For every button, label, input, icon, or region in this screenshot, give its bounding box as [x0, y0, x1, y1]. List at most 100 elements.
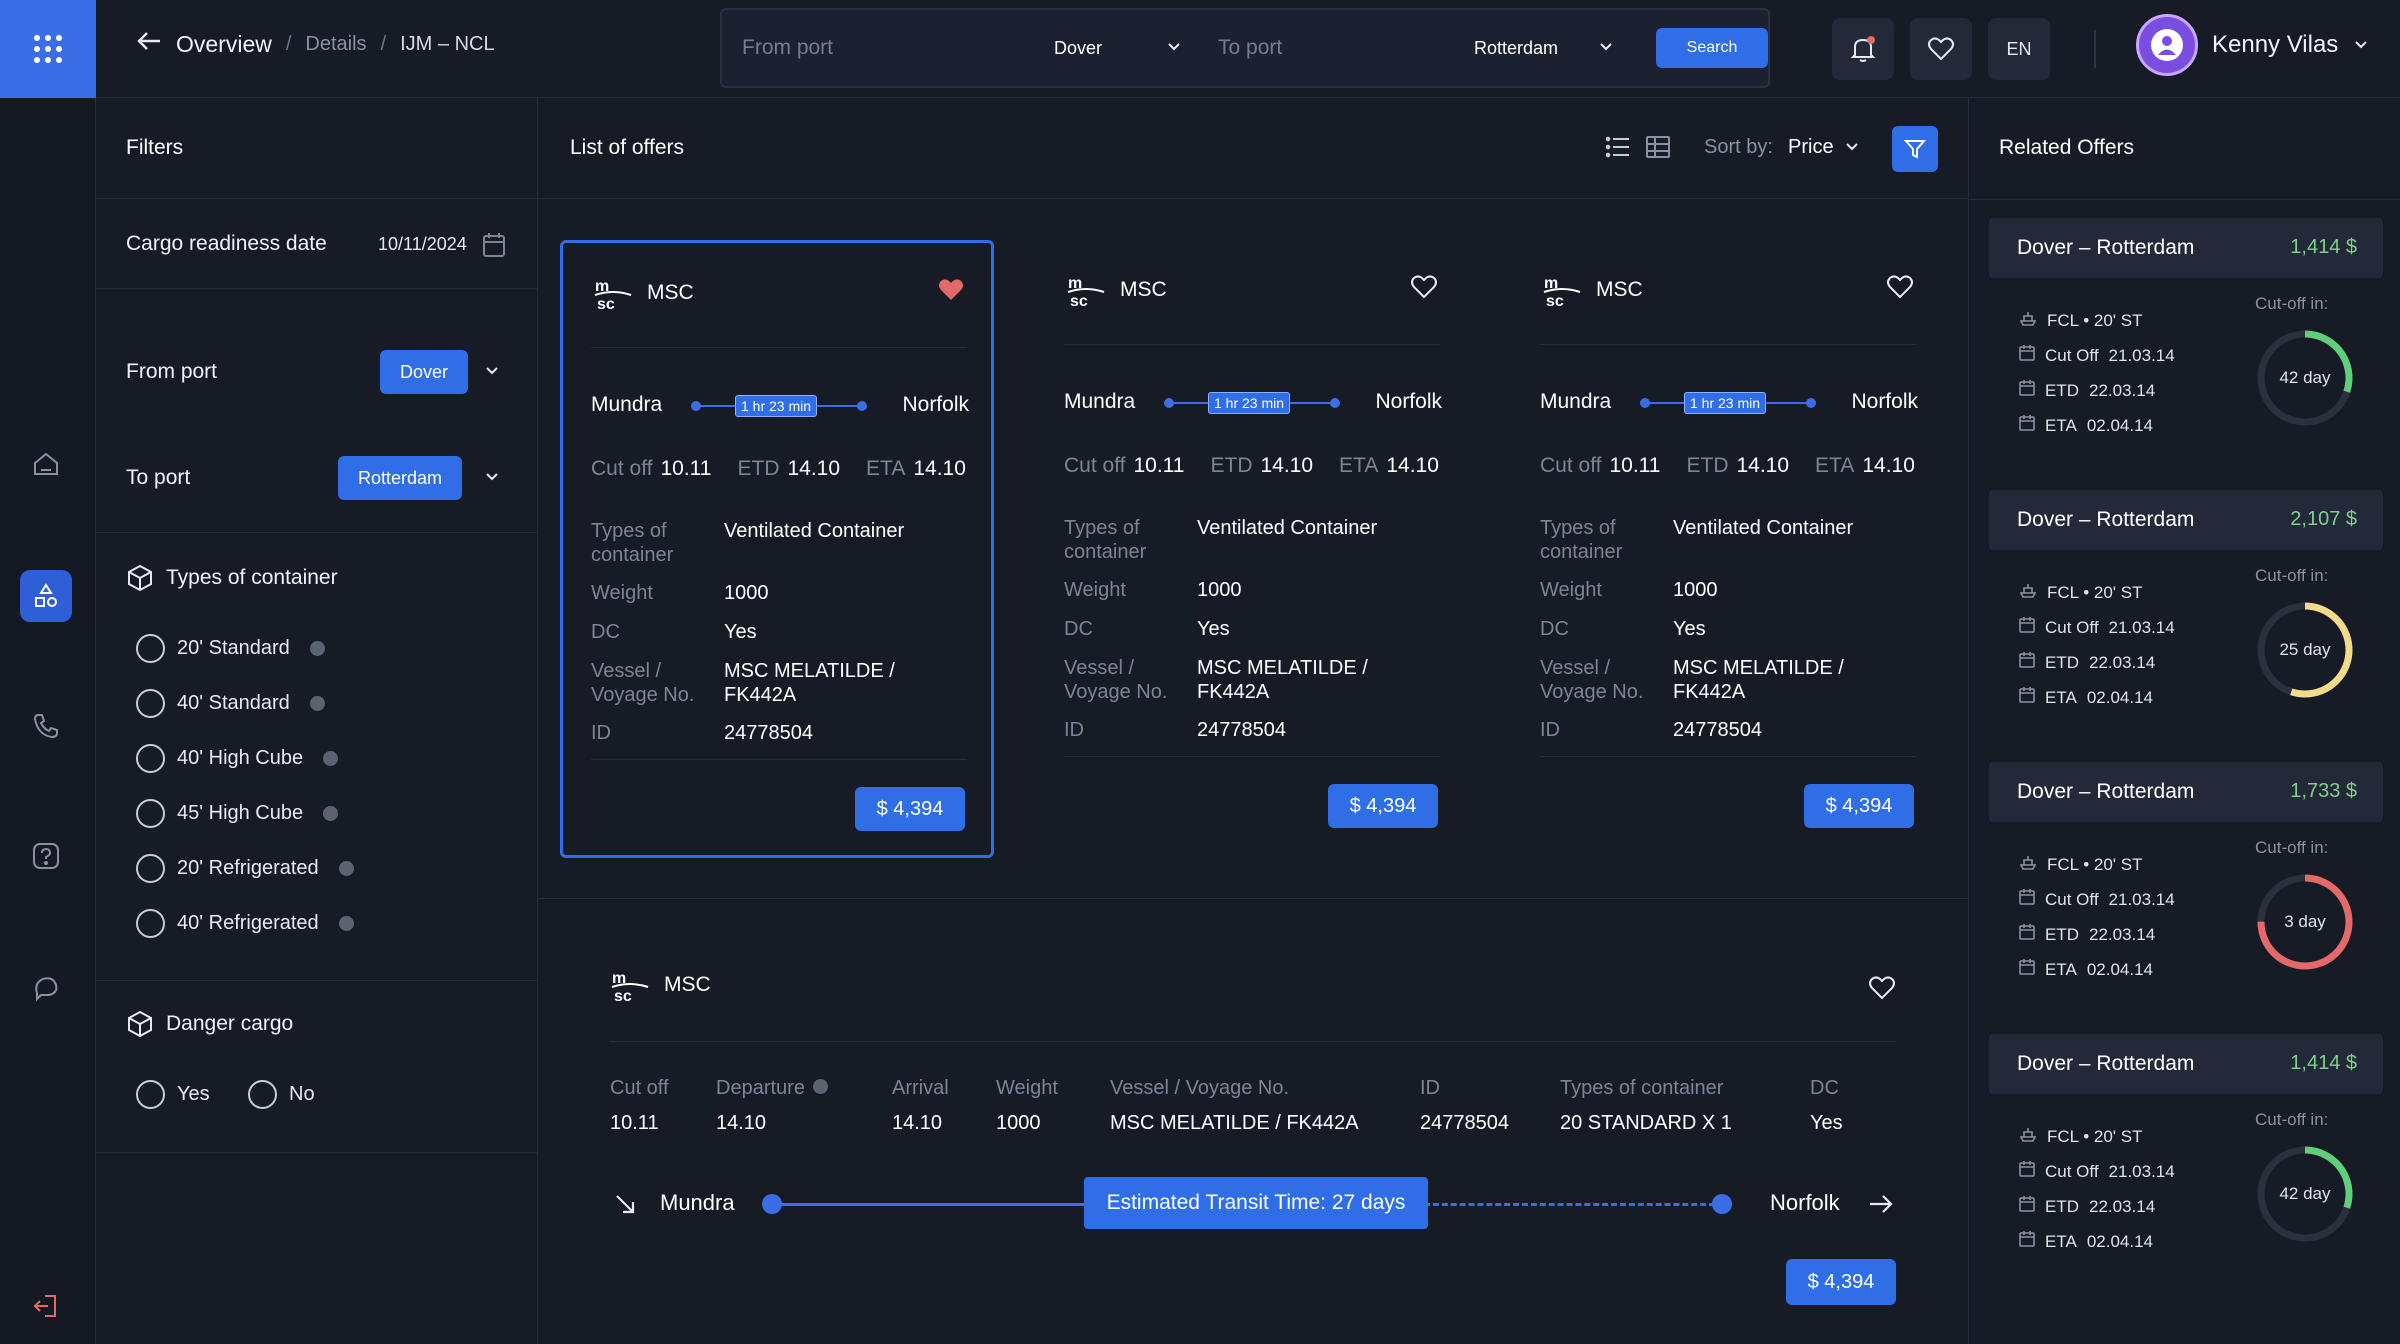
logout-icon[interactable]	[20, 1280, 72, 1332]
favorite-heart-icon[interactable]	[1886, 274, 1914, 305]
to-port-select[interactable]: Rotterdam	[1474, 38, 1558, 59]
price-button[interactable]: $ 4,394	[855, 787, 965, 831]
related-etd-row: ETD 22.03.14	[2019, 924, 2155, 945]
info-icon[interactable]	[812, 1079, 828, 1094]
grid-view-icon[interactable]	[1646, 136, 1670, 163]
search-button[interactable]: Search	[1656, 28, 1768, 68]
detail-label: Types of container	[1560, 1077, 1724, 1099]
help-icon[interactable]	[20, 830, 72, 882]
related-offer-header[interactable]: Dover – Rotterdam 1,733 $	[1989, 762, 2383, 822]
filter-button[interactable]	[1892, 126, 1938, 172]
cutoff-in-label: Cut-off in:	[2255, 1110, 2329, 1129]
to-port-filter[interactable]: Rotterdam	[338, 456, 463, 500]
detail-value: MSC MELATILDE / FK442A	[1197, 657, 1368, 703]
calendar-icon[interactable]	[482, 232, 506, 263]
info-icon[interactable]	[323, 806, 339, 821]
detail-value: Yes	[1810, 1112, 1843, 1134]
container-option[interactable]: 20' Standard	[136, 634, 325, 663]
from-port-placeholder[interactable]: From port	[742, 36, 833, 60]
home-icon[interactable]	[20, 438, 72, 490]
box-icon	[126, 1010, 154, 1043]
language-button[interactable]: EN	[1988, 18, 2050, 80]
chat-icon[interactable]	[20, 962, 72, 1014]
radio-button[interactable]	[136, 799, 165, 828]
eta-value: 14.10	[913, 457, 966, 480]
related-price: 1,733 $	[2290, 780, 2357, 802]
price-button[interactable]: $ 4,394	[1786, 1259, 1896, 1305]
radio-button[interactable]	[136, 689, 165, 718]
cutoff-days: 3 day	[2284, 912, 2326, 931]
cargo-date-input[interactable]: 10/11/2024	[378, 234, 467, 255]
shapes-icon[interactable]	[20, 570, 72, 622]
info-icon[interactable]	[309, 641, 325, 656]
detail-label: Weight	[591, 582, 653, 604]
avatar[interactable]	[2136, 14, 2198, 76]
divider	[96, 198, 538, 199]
container-option[interactable]: 40' Refrigerated	[136, 909, 354, 938]
related-offer-header[interactable]: Dover – Rotterdam 2,107 $	[1989, 490, 2383, 550]
radio-button[interactable]	[136, 854, 165, 883]
favorite-heart-icon[interactable]	[1410, 274, 1438, 305]
eta-label: ETA	[1815, 454, 1855, 477]
notifications-button[interactable]	[1832, 18, 1894, 80]
divider	[610, 1041, 1896, 1042]
info-icon[interactable]	[338, 861, 354, 876]
related-offer-header[interactable]: Dover – Rotterdam 1,414 $	[1989, 218, 2383, 278]
svg-text:sc: sc	[1070, 293, 1088, 310]
user-menu[interactable]: Kenny Vilas	[2136, 14, 2370, 76]
danger-yes-option[interactable]: Yes	[136, 1080, 210, 1109]
radio-button[interactable]	[248, 1080, 277, 1109]
favorite-heart-icon[interactable]	[1868, 975, 1896, 1006]
chevron-down-icon[interactable]	[2352, 39, 2370, 51]
offer-card[interactable]: m sc MSC Mundra 1 hr 23 min Norfolk Cut o…	[1512, 240, 1946, 858]
cutoff-gauge: 3 day	[2253, 870, 2357, 974]
offer-card[interactable]: m sc MSC Mundra 1 hr 23 min Norfolk Cut o…	[1036, 240, 1470, 858]
chevron-down-icon[interactable]	[1598, 40, 1614, 58]
danger-no-option[interactable]: No	[248, 1080, 315, 1109]
detail-label: ID	[591, 722, 611, 744]
calendar-icon	[2019, 380, 2035, 401]
calendar-icon	[2019, 415, 2035, 436]
from-port-filter[interactable]: Dover	[380, 350, 469, 394]
to-port-placeholder[interactable]: To port	[1218, 36, 1282, 60]
offer-row[interactable]: m sc MSC Cut off 10.11 Departure 14.10 Arri…	[538, 899, 1968, 1344]
container-option[interactable]: 20' Refrigerated	[136, 854, 354, 883]
offer-card[interactable]: m sc MSC Mundra 1 hr 23 min Norfolk Cut o…	[560, 240, 994, 858]
favorite-heart-icon[interactable]	[937, 277, 965, 308]
related-type-row: FCL • 20' ST	[2019, 854, 2142, 875]
price-button[interactable]: $ 4,394	[1804, 784, 1914, 828]
related-offer-header[interactable]: Dover – Rotterdam 1,414 $	[1989, 1034, 2383, 1094]
user-name[interactable]: Kenny Vilas	[2212, 31, 2338, 59]
detail-label: ID	[1540, 719, 1560, 741]
related-cutoff-row: Cut Off 21.03.14	[2019, 1161, 2175, 1182]
cutoff-label: Cut off	[1540, 454, 1602, 477]
container-option[interactable]: 40' High Cube	[136, 744, 339, 773]
info-icon[interactable]	[309, 696, 325, 711]
chevron-down-icon[interactable]	[484, 364, 500, 382]
detail-value: Ventilated Container	[724, 520, 905, 542]
radio-button[interactable]	[136, 634, 165, 663]
container-option-label: 45' High Cube	[177, 802, 304, 824]
list-view-icon[interactable]	[1605, 136, 1630, 163]
price-button[interactable]: $ 4,394	[1328, 784, 1438, 828]
related-eta-row: ETA 02.04.14	[2019, 959, 2153, 980]
info-icon[interactable]	[323, 751, 339, 766]
chevron-down-icon[interactable]	[484, 470, 500, 488]
favorites-button[interactable]	[1910, 18, 1972, 80]
phone-icon[interactable]	[20, 700, 72, 752]
sort-select[interactable]: Price	[1788, 136, 1834, 159]
from-port-select[interactable]: Dover	[1054, 38, 1102, 59]
radio-button[interactable]	[136, 909, 165, 938]
back-arrow-icon[interactable]	[136, 30, 162, 58]
container-option[interactable]: 40' Standard	[136, 689, 325, 718]
chevron-down-icon[interactable]	[1844, 140, 1860, 158]
apps-grid-icon[interactable]	[0, 0, 96, 98]
radio-button[interactable]	[136, 1080, 165, 1109]
divider	[96, 1152, 538, 1153]
info-icon[interactable]	[338, 916, 354, 931]
radio-button[interactable]	[136, 744, 165, 773]
breadcrumb-overview[interactable]: Overview	[176, 31, 272, 58]
container-option[interactable]: 45' High Cube	[136, 799, 339, 828]
breadcrumb-details[interactable]: Details	[305, 33, 366, 56]
chevron-down-icon[interactable]	[1166, 40, 1182, 58]
